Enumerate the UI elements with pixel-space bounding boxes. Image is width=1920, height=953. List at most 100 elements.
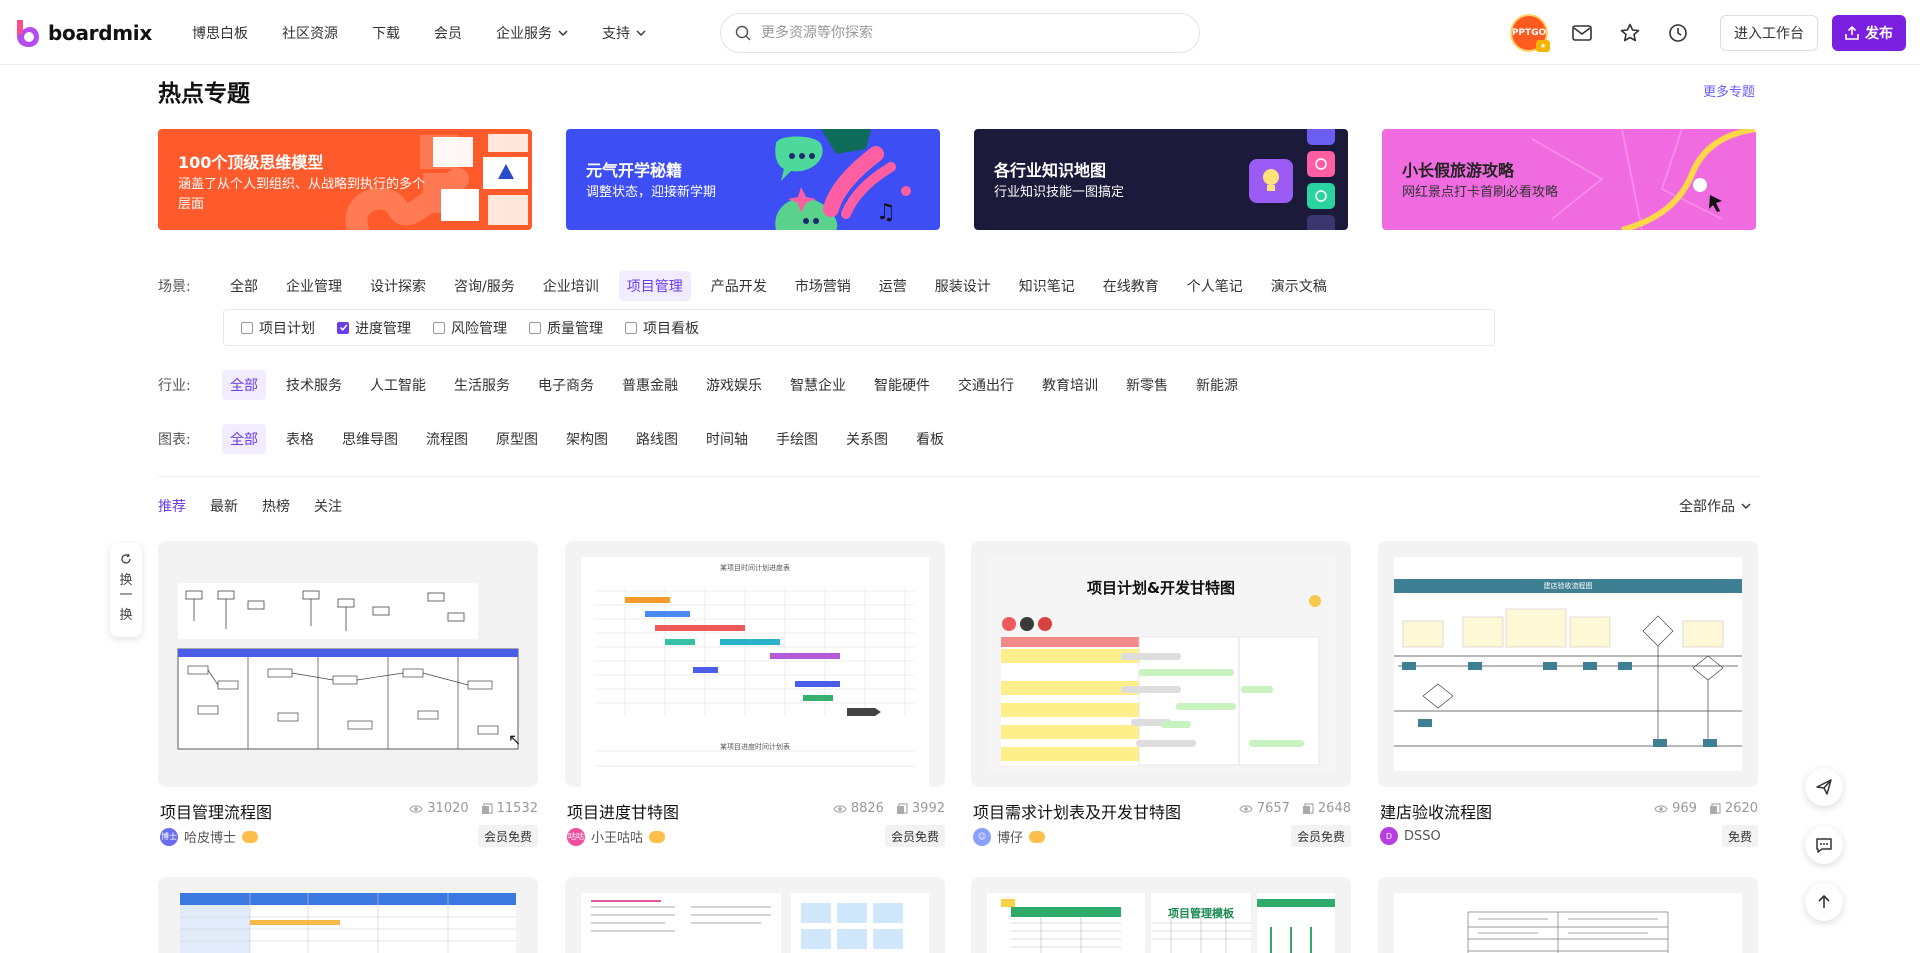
subfilter-checkbox[interactable]: 项目计划 — [241, 318, 315, 338]
checkbox-icon[interactable] — [529, 321, 541, 334]
nav-label: 社区资源 — [282, 25, 338, 42]
nav-item-community[interactable]: 社区资源 — [282, 23, 338, 43]
scene-filter-chip[interactable]: 全部 — [222, 271, 266, 301]
checkbox-icon[interactable] — [625, 321, 637, 334]
search-input[interactable] — [761, 25, 1161, 41]
industry-filter-chip[interactable]: 全部 — [222, 370, 266, 400]
scene-filter-chip[interactable]: 知识笔记 — [1011, 271, 1083, 301]
subfilter-checkbox[interactable]: 项目看板 — [625, 318, 699, 338]
industry-filter-chip[interactable]: 普惠金融 — [614, 370, 686, 400]
template-card-partial[interactable] — [565, 877, 945, 953]
chart-type-filter-chip[interactable]: 表格 — [278, 424, 322, 454]
nav-item-whiteboard[interactable]: 博思白板 — [192, 23, 248, 43]
sort-tab[interactable]: 推荐 — [158, 496, 186, 516]
scene-filter-chip[interactable]: 企业培训 — [535, 271, 607, 301]
template-card-partial[interactable] — [158, 877, 538, 953]
subfilter-checkbox[interactable]: 进度管理 — [337, 318, 411, 338]
chart-type-filter-chip[interactable]: 全部 — [222, 424, 266, 454]
chart-type-filter-chip[interactable]: 流程图 — [418, 424, 476, 454]
scene-filter-chip[interactable]: 运营 — [871, 271, 915, 301]
card-thumbnail[interactable]: 某项目时间计划进度表 某项目进度时间计划表 — [565, 541, 945, 787]
industry-filter-chip[interactable]: 电子商务 — [530, 370, 602, 400]
chart-type-filter-chip[interactable]: 架构图 — [558, 424, 616, 454]
industry-filter-chip[interactable]: 人工智能 — [362, 370, 434, 400]
publish-button[interactable]: 发布 — [1832, 15, 1906, 51]
card-title[interactable]: 项目管理流程图 — [160, 799, 272, 823]
chart-type-filter-chip[interactable]: 原型图 — [488, 424, 546, 454]
template-card[interactable]: 建店验收流程图 建店验收流程图 969 2620 D DSSO 免费 — [1378, 541, 1758, 847]
card-author[interactable]: 咕咕 小王咕咕 — [567, 827, 666, 846]
sort-tab[interactable]: 最新 — [210, 496, 238, 516]
template-card-partial[interactable] — [1378, 877, 1758, 953]
feedback-button[interactable] — [1805, 826, 1843, 864]
industry-filter-chip[interactable]: 游戏娱乐 — [698, 370, 770, 400]
scene-filter-chip[interactable]: 企业管理 — [278, 271, 350, 301]
user-avatar[interactable]: PPTGO ★ — [1510, 14, 1550, 52]
nav-item-download[interactable]: 下载 — [372, 23, 400, 43]
more-topics-link[interactable]: 更多专题 — [1703, 81, 1755, 100]
industry-filter-chip[interactable]: 智慧企业 — [782, 370, 854, 400]
card-thumbnail[interactable]: 项目计划&开发甘特图 — [971, 541, 1351, 787]
industry-filter-chip[interactable]: 生活服务 — [446, 370, 518, 400]
template-card[interactable]: ↖ 项目管理流程图 31020 11532 博士 哈皮博士 会员免费 — [158, 541, 538, 847]
card-author[interactable]: D DSSO — [1380, 827, 1441, 845]
search-bar[interactable] — [720, 13, 1200, 53]
scene-filter-chip[interactable]: 咨询/服务 — [446, 271, 523, 301]
industry-filter-chip[interactable]: 新能源 — [1188, 370, 1246, 400]
enter-workspace-button[interactable]: 进入工作台 — [1720, 15, 1818, 51]
document-preview — [581, 893, 929, 953]
sort-tab[interactable]: 热榜 — [262, 496, 290, 516]
favorites-button[interactable] — [1610, 13, 1650, 53]
banner-travel-guide[interactable]: 小长假旅游攻略 网红景点打卡首刷必看攻略 — [1382, 129, 1756, 230]
chart-type-filter-chip[interactable]: 路线图 — [628, 424, 686, 454]
back-to-top-button[interactable] — [1805, 883, 1843, 921]
industry-filter-chip[interactable]: 交通出行 — [950, 370, 1022, 400]
messages-button[interactable] — [1562, 13, 1602, 53]
template-card-partial[interactable]: 项目管理模板 — [971, 877, 1351, 953]
scene-filter-chip[interactable]: 市场营销 — [787, 271, 859, 301]
industry-filter-chip[interactable]: 教育培训 — [1034, 370, 1106, 400]
banner-back-to-school[interactable]: ♫ 元气开学秘籍 调整状态，迎接新学期 — [566, 129, 940, 230]
card-title[interactable]: 建店验收流程图 — [1380, 799, 1492, 823]
checkbox-icon[interactable] — [241, 321, 253, 334]
banner-industry-knowledge[interactable]: 各行业知识地图 行业知识技能一图搞定 — [974, 129, 1348, 230]
chart-type-filter-chip[interactable]: 关系图 — [838, 424, 896, 454]
checkbox-checked-icon[interactable] — [337, 321, 349, 334]
scene-filter-chip[interactable]: 演示文稿 — [1263, 271, 1335, 301]
chart-type-filter-chip[interactable]: 看板 — [908, 424, 952, 454]
scene-filter-chip[interactable]: 产品开发 — [703, 271, 775, 301]
card-author[interactable]: 博士 哈皮博士 — [160, 827, 259, 846]
nav-item-support[interactable]: 支持 — [602, 23, 646, 43]
scene-filter-chip[interactable]: 服装设计 — [927, 271, 999, 301]
scene-filter-chip[interactable]: 在线教育 — [1095, 271, 1167, 301]
template-card[interactable]: 某项目时间计划进度表 某项目进度时间计划表 项目进度甘特图 8826 3992 … — [565, 541, 945, 847]
nav-item-enterprise[interactable]: 企业服务 — [496, 23, 568, 43]
subfilter-checkbox[interactable]: 质量管理 — [529, 318, 603, 338]
scene-filter-chip[interactable]: 项目管理 — [618, 271, 691, 301]
card-title[interactable]: 项目进度甘特图 — [567, 799, 679, 823]
card-title[interactable]: 项目需求计划表及开发甘特图 — [973, 799, 1181, 823]
sort-tab[interactable]: 关注 — [314, 496, 342, 516]
author-avatar: D — [1380, 827, 1398, 845]
industry-filter-chip[interactable]: 智能硬件 — [866, 370, 938, 400]
card-author[interactable]: ☺ 博仔 — [973, 827, 1046, 846]
subfilter-checkbox[interactable]: 风险管理 — [433, 318, 507, 338]
card-thumbnail[interactable]: ↖ — [158, 541, 538, 787]
share-button[interactable] — [1805, 768, 1843, 806]
history-button[interactable] — [1658, 13, 1698, 53]
checkbox-icon[interactable] — [433, 321, 445, 334]
chart-type-filter-chip[interactable]: 时间轴 — [698, 424, 756, 454]
scene-filter-chip[interactable]: 个人笔记 — [1179, 271, 1251, 301]
card-thumbnail[interactable]: 建店验收流程图 — [1378, 541, 1758, 787]
chart-type-filter-chip[interactable]: 思维导图 — [334, 424, 406, 454]
template-card[interactable]: 项目计划&开发甘特图 项目需求计划表及开发甘特图 7657 2648 ☺ 博仔 … — [971, 541, 1351, 847]
scene-filter-chip[interactable]: 设计探索 — [362, 271, 434, 301]
scope-dropdown[interactable]: 全部作品 — [1679, 496, 1751, 516]
industry-filter-chip[interactable]: 新零售 — [1118, 370, 1176, 400]
banner-thinking-models[interactable]: 100个顶级思维模型 涵盖了从个人到组织、从战略到执行的多个层面 — [158, 129, 532, 230]
industry-filter-chip[interactable]: 技术服务 — [278, 370, 350, 400]
refresh-button[interactable]: 换 一 换 — [110, 543, 142, 637]
chart-type-filter-chip[interactable]: 手绘图 — [768, 424, 826, 454]
nav-item-membership[interactable]: 会员 — [434, 23, 462, 43]
brand-logo[interactable]: boardmix — [14, 18, 152, 48]
